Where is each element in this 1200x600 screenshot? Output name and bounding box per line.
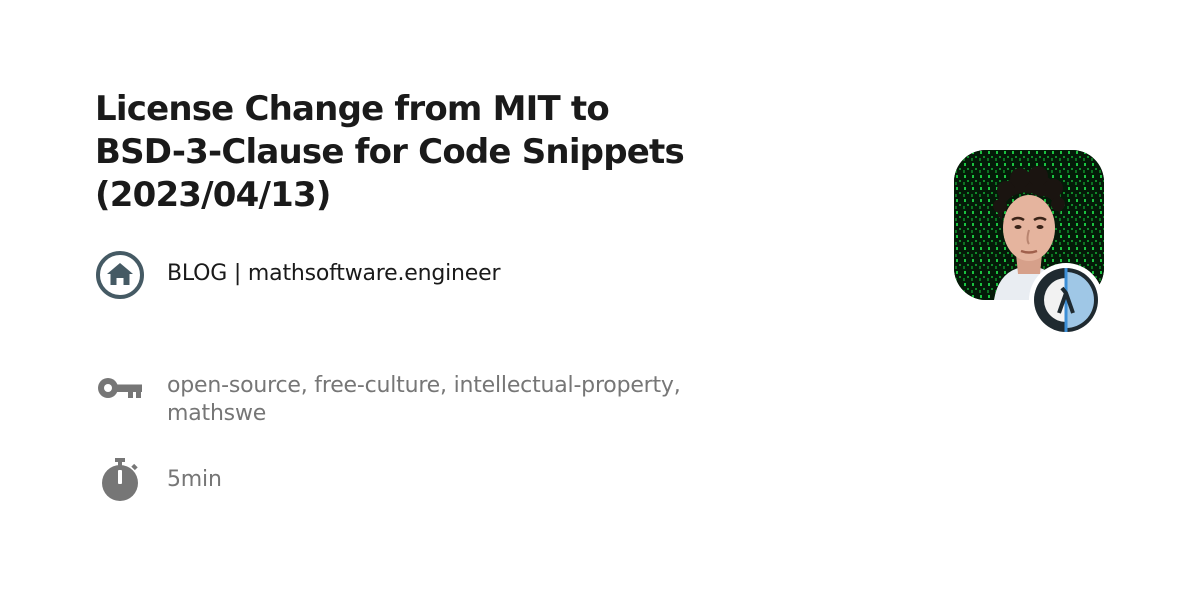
social-preview-card: License Change from MIT to BSD-3-Clause … <box>0 0 1200 600</box>
home-icon <box>95 250 145 300</box>
post-title-line-2: BSD-3-Clause for Code Snippets <box>95 132 685 172</box>
stopwatch-icon <box>95 456 145 506</box>
tags-row: open-source, free-culture, intellectual-… <box>95 366 767 428</box>
tags-label: open-source, free-culture, intellectual-… <box>167 373 681 426</box>
post-title-line-1: License Change from MIT to <box>95 89 610 129</box>
site-row[interactable]: BLOG | mathsoftware.engineer <box>95 250 767 300</box>
key-icon <box>95 366 145 416</box>
reading-time-label: 5min <box>167 467 222 492</box>
post-title: License Change from MIT to BSD-3-Clause … <box>95 88 775 217</box>
lambda-logo <box>1028 262 1104 338</box>
post-title-line-3: (2023/04/13) <box>95 175 331 215</box>
site-label[interactable]: BLOG | mathsoftware.engineer <box>167 260 767 288</box>
reading-time-row: 5min <box>95 456 767 506</box>
